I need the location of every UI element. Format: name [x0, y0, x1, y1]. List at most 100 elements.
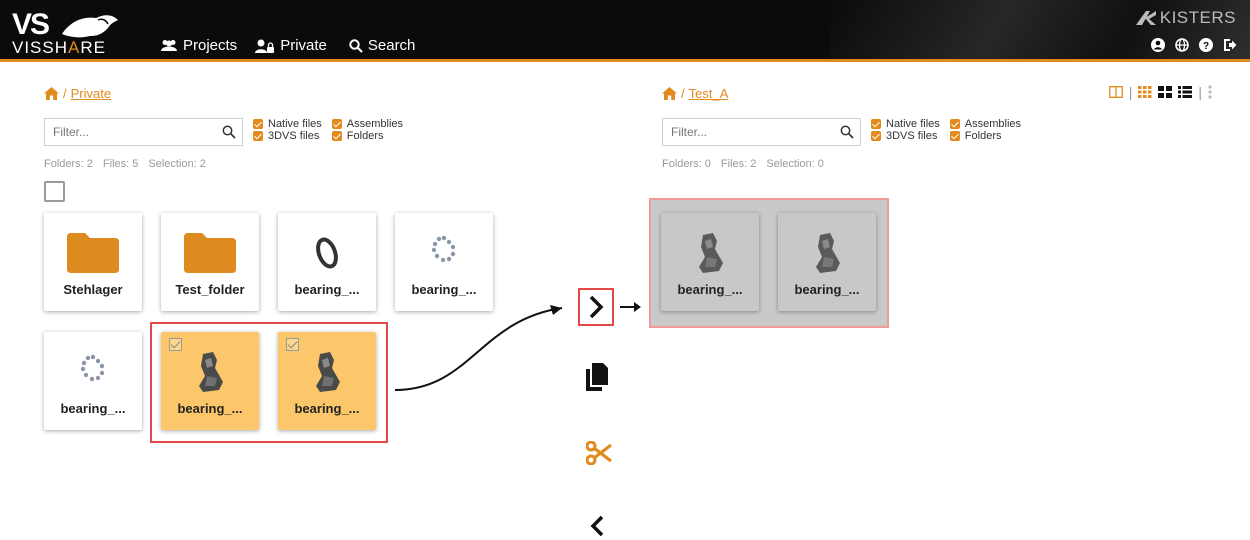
globe-icon[interactable]: [1174, 37, 1190, 53]
file-type-checkboxes: Native files Assemblies 3DVS files Folde…: [871, 118, 1021, 142]
folder-count: Folders: 0: [662, 158, 711, 170]
tile-label: Test_folder: [175, 282, 245, 297]
filter-field[interactable]: [44, 118, 243, 146]
checkbox-checked-icon: [253, 131, 263, 141]
checkbox-assemblies[interactable]: Assemblies: [949, 118, 1021, 130]
arrow-right-icon: [620, 302, 641, 312]
visshare-logo[interactable]: VS VISSHARE: [12, 8, 132, 57]
housing-model-icon: [161, 348, 259, 396]
move-right-button[interactable]: [578, 288, 614, 326]
nav-search[interactable]: Search: [349, 37, 416, 54]
panel-stats: Folders: 2 Files: 5 Selection: 2: [44, 158, 206, 170]
file-tile-3d-model-ghost[interactable]: bearing_...: [661, 213, 759, 311]
checkbox-checked-icon: [949, 131, 960, 141]
file-tile-3d-model[interactable]: bearing_...: [44, 332, 142, 430]
checkbox-checked-icon: [331, 119, 342, 129]
home-icon[interactable]: [44, 87, 59, 100]
nav-private[interactable]: Private: [255, 37, 327, 54]
kisters-mark-icon: [1135, 11, 1156, 25]
tile-label: bearing_...: [794, 282, 860, 297]
help-icon[interactable]: ?: [1198, 37, 1214, 53]
list-view-icon[interactable]: [1178, 86, 1193, 98]
nav-private-label: Private: [280, 37, 327, 54]
checkbox-checked-icon: [331, 131, 342, 141]
checkbox-native-files[interactable]: Native files: [871, 118, 940, 130]
search-icon[interactable]: [222, 125, 236, 139]
filter-row: Native files Assemblies 3DVS files Folde…: [44, 118, 403, 146]
housing-model-icon: [278, 348, 376, 396]
tile-label: Stehlager: [63, 282, 123, 297]
file-tile-folder[interactable]: Stehlager: [44, 213, 142, 311]
file-tile-3d-model-selected[interactable]: bearing_...: [161, 332, 259, 430]
tile-label: bearing_...: [60, 401, 126, 416]
checkbox-label: 3DVS files: [886, 130, 938, 142]
checkbox-checked-icon: [253, 119, 263, 129]
checkbox-assemblies[interactable]: Assemblies: [331, 118, 404, 130]
home-icon[interactable]: [662, 87, 677, 100]
breadcrumb-folder-link[interactable]: Test_A: [689, 86, 729, 101]
breadcrumb-separator: /: [63, 86, 67, 101]
checkbox-folders[interactable]: Folders: [331, 130, 403, 142]
move-left-button[interactable]: [584, 512, 610, 540]
balls-model-icon: [44, 348, 142, 396]
tile-label: bearing_...: [294, 401, 360, 416]
logo-vs-text: VS: [12, 8, 50, 41]
file-count: Files: 2: [720, 158, 757, 170]
file-tile-3d-model-ghost[interactable]: bearing_...: [778, 213, 876, 311]
left-file-panel: / Private Native files Assemblies 3DVS f…: [44, 86, 544, 170]
select-all-checkbox[interactable]: [44, 181, 65, 202]
more-options-icon[interactable]: [1208, 85, 1212, 99]
balls-model-icon: [395, 229, 493, 277]
housing-model-icon: [778, 229, 876, 277]
main-nav: Projects Private Search: [160, 37, 415, 54]
checkbox-label: Assemblies: [346, 118, 404, 130]
file-tile-folder[interactable]: Test_folder: [161, 213, 259, 311]
cut-button[interactable]: [584, 438, 614, 468]
checkbox-label: Native files: [886, 118, 940, 130]
right-file-panel: / Test_A Native files Assemblies 3DVS fi…: [662, 86, 1162, 170]
breadcrumb: / Test_A: [662, 86, 1162, 101]
breadcrumb-folder-link[interactable]: Private: [71, 86, 111, 101]
logo-brand-text: VISSHARE: [12, 38, 106, 57]
housing-model-icon: [661, 229, 759, 277]
selection-count: Selection: 2: [148, 158, 206, 170]
tile-label: bearing_...: [677, 282, 743, 297]
toolbar-divider: |: [1198, 84, 1202, 100]
filter-input[interactable]: [669, 124, 839, 140]
drag-arrow-curve: [394, 305, 563, 391]
kisters-label: KISTERS: [1159, 8, 1236, 27]
header-actions: ?: [1150, 37, 1238, 53]
filter-input[interactable]: [51, 124, 221, 140]
chevron-left-icon: [590, 515, 604, 537]
nav-projects[interactable]: Projects: [160, 37, 237, 54]
account-icon[interactable]: [1150, 37, 1166, 53]
tile-label: bearing_...: [294, 282, 360, 297]
filter-field[interactable]: [662, 118, 861, 146]
checkbox-3dvs-files[interactable]: 3DVS files: [253, 130, 322, 142]
users-icon: [161, 40, 177, 51]
file-tile-3d-model-selected[interactable]: bearing_...: [278, 332, 376, 430]
nav-projects-label: Projects: [183, 37, 238, 54]
top-bar: VS VISSHARE Projects Private Search KIST…: [0, 0, 1250, 62]
nav-search-label: Search: [367, 37, 416, 54]
checkbox-checked-icon: [871, 119, 881, 129]
checkbox-folders[interactable]: Folders: [949, 130, 1021, 142]
checkbox-native-files[interactable]: Native files: [253, 118, 322, 130]
checkbox-label: Native files: [268, 118, 322, 130]
selection-count: Selection: 0: [766, 158, 824, 170]
panel-stats: Folders: 0 Files: 2 Selection: 0: [662, 158, 824, 170]
copy-button[interactable]: [584, 362, 610, 392]
checkbox-label: Folders: [964, 130, 1002, 142]
folder-count: Folders: 2: [44, 158, 93, 170]
ring-model-icon: [278, 229, 376, 277]
checkbox-checked-icon: [871, 131, 881, 141]
folder-icon: [161, 229, 259, 277]
file-tile-3d-model[interactable]: bearing_...: [278, 213, 376, 311]
tile-label: bearing_...: [411, 282, 477, 297]
search-icon[interactable]: [840, 125, 854, 139]
logout-icon[interactable]: [1222, 37, 1238, 53]
breadcrumb-separator: /: [681, 86, 685, 101]
checkbox-3dvs-files[interactable]: 3DVS files: [871, 130, 940, 142]
file-tile-3d-model[interactable]: bearing_...: [395, 213, 493, 311]
file-type-checkboxes: Native files Assemblies 3DVS files Folde…: [253, 118, 403, 142]
